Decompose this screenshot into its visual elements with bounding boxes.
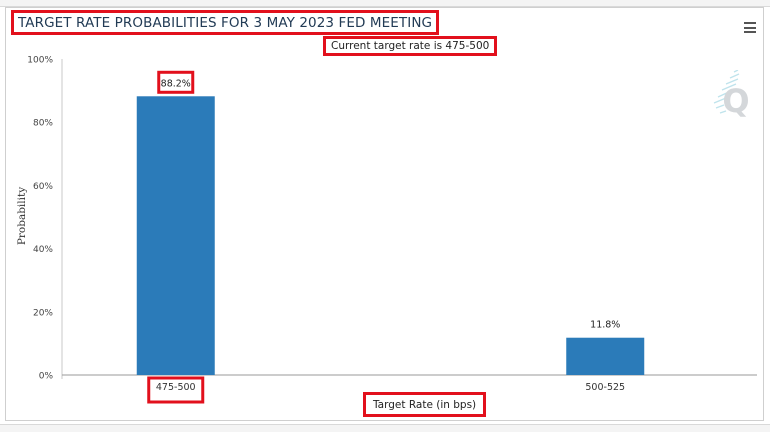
data-label: 11.8% — [590, 320, 620, 331]
y-tick-label: 20% — [33, 308, 53, 318]
x-tick-label: 475-500 — [156, 382, 196, 393]
y-tick-label: 40% — [33, 245, 53, 255]
bar-chart: 0% 20% 40% 60% 80% 100% 88.2% 11.8% 475-500 500-5… — [27, 56, 757, 404]
data-label: 88.2% — [161, 78, 191, 89]
y-tick-label: 60% — [33, 182, 53, 192]
y-tick-label: 0% — [39, 372, 54, 382]
bar[interactable] — [136, 96, 215, 376]
x-tick-label: 500-525 — [585, 382, 625, 393]
y-tick-label: 100% — [27, 56, 53, 66]
y-tick-label: 80% — [33, 119, 53, 129]
bar[interactable] — [566, 337, 645, 375]
